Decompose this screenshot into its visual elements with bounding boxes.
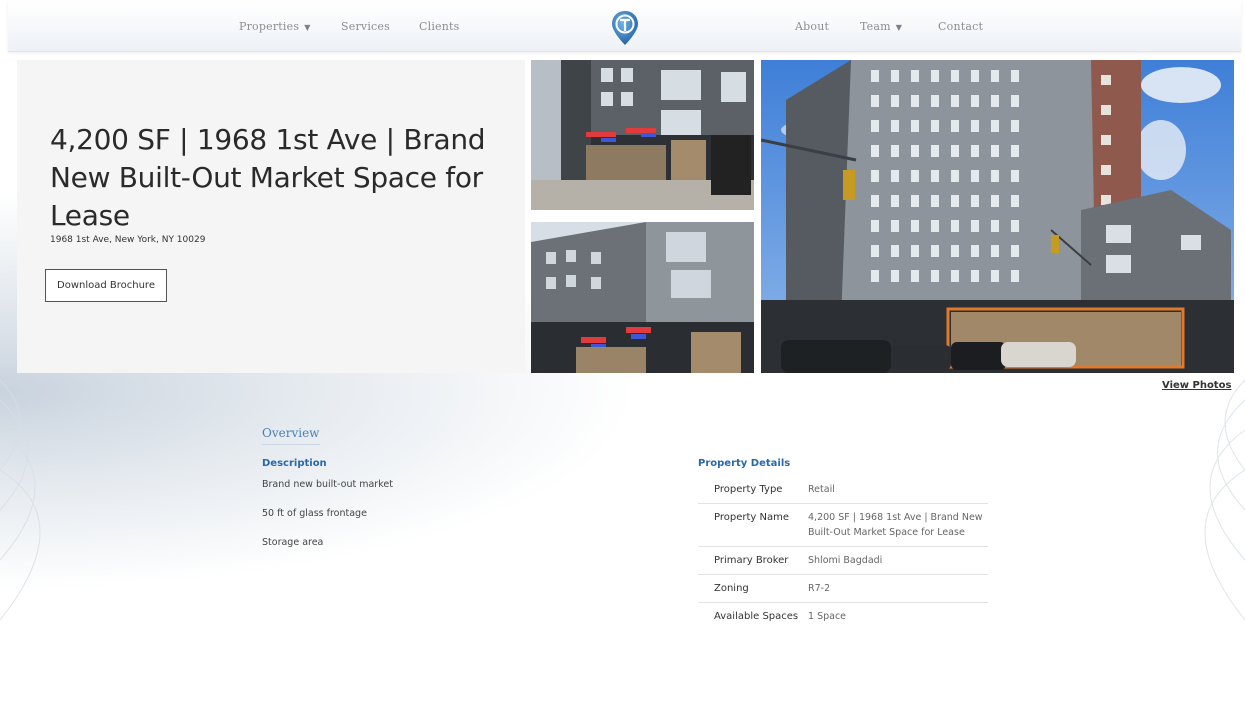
view-photos-link[interactable]: View Photos (1162, 380, 1231, 391)
detail-row-property-type: Property Type Retail (698, 476, 988, 504)
nav-clients-label: Clients (419, 20, 460, 33)
nav-clients[interactable]: Clients (419, 20, 460, 33)
detail-label: Property Type (714, 484, 783, 495)
download-brochure-button[interactable]: Download Brochure (45, 269, 167, 302)
tab-underline (262, 444, 320, 445)
detail-row-primary-broker: Primary Broker Shlomi Bagdadi (698, 547, 988, 575)
property-details-table: Property Type Retail Property Name 4,200… (698, 476, 988, 630)
property-photo-2[interactable] (531, 222, 754, 373)
detail-value: R7-2 (808, 583, 831, 594)
property-photo-1[interactable] (531, 60, 754, 210)
detail-label: Available Spaces (714, 611, 799, 622)
detail-value: 4,200 SF | 1968 1st Ave | Brand New Buil… (808, 512, 983, 538)
detail-label: Zoning (714, 583, 749, 594)
description-item: Storage area (262, 537, 324, 548)
detail-row-available-spaces: Available Spaces 1 Space (698, 603, 988, 630)
nav-contact-label: Contact (938, 20, 984, 33)
description-item: Brand new built-out market (262, 479, 393, 490)
nav-team-label: Team (860, 20, 891, 33)
nav-contact[interactable]: Contact (938, 20, 983, 33)
tab-overview[interactable]: Overview (262, 426, 319, 440)
detail-row-zoning: Zoning R7-2 (698, 575, 988, 603)
top-navigation: Properties ▼ Services Clients About Team ▼… (8, 2, 1241, 52)
detail-value: Retail (808, 484, 835, 495)
nav-services[interactable]: Services (341, 20, 390, 33)
chevron-down-icon: ▼ (304, 23, 311, 32)
nav-properties[interactable]: Properties ▼ (239, 20, 311, 33)
detail-value: 1 Space (808, 611, 847, 622)
detail-row-property-name: Property Name 4,200 SF | 1968 1st Ave | … (698, 504, 988, 547)
chevron-down-icon: ▼ (895, 23, 903, 32)
nav-about-label: About (795, 20, 830, 33)
page-title: 4,200 SF | 1968 1st Ave | Brand New Buil… (50, 123, 486, 232)
detail-value: Shlomi Bagdadi (808, 555, 883, 566)
description-item: 50 ft of glass frontage (262, 508, 367, 519)
property-address: 1968 1st Ave, New York, NY 10029 (50, 235, 206, 245)
nav-services-label: Services (341, 20, 390, 33)
detail-label: Property Name (714, 512, 789, 523)
pin-logo-icon[interactable] (611, 10, 639, 46)
property-details-heading: Property Details (698, 458, 791, 469)
description-heading: Description (262, 458, 327, 469)
property-photo-main[interactable] (761, 60, 1234, 373)
nav-properties-label: Properties (239, 20, 300, 33)
nav-team[interactable]: Team ▼ (860, 20, 902, 33)
detail-label: Primary Broker (714, 555, 789, 566)
nav-about[interactable]: About (795, 20, 829, 33)
